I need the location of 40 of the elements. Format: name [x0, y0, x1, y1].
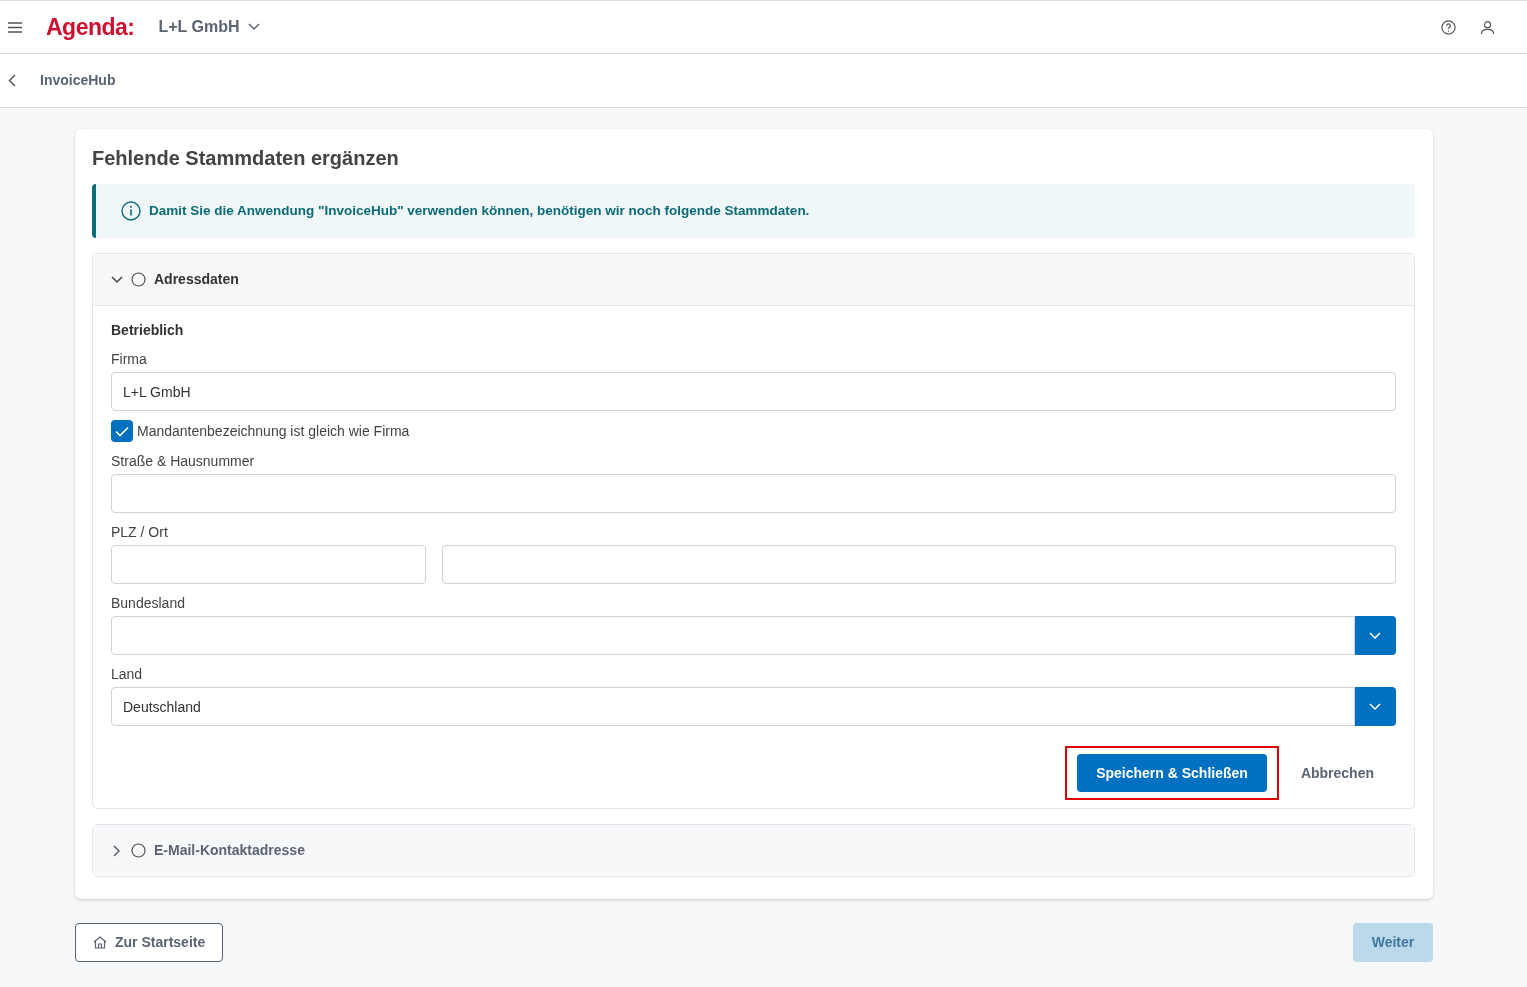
user-icon[interactable] — [1480, 19, 1495, 35]
page-title: Fehlende Stammdaten ergänzen — [92, 146, 400, 170]
field-label: Land — [111, 665, 144, 685]
save-button[interactable]: Speichern & Schließen — [1077, 754, 1267, 793]
status-circle-icon — [131, 272, 146, 288]
checkmark-icon — [115, 425, 129, 437]
company-dropdown[interactable]: L+L GmbH — [158, 15, 260, 39]
select-field[interactable]: Deutschland — [111, 687, 1355, 727]
checkbox[interactable] — [111, 420, 133, 443]
status-circle-icon — [131, 843, 146, 859]
select-field[interactable] — [111, 616, 1355, 656]
input-field[interactable] — [111, 474, 1396, 514]
input-field[interactable]: L+L GmbH — [111, 372, 1396, 412]
chevron-down-icon — [1369, 702, 1382, 711]
cancel-button[interactable]: Abbrechen — [1294, 761, 1380, 785]
info-icon — [121, 201, 141, 222]
field-label: Firma — [111, 350, 148, 370]
chevron-down-icon — [247, 23, 260, 31]
home-button[interactable]: Zur Startseite — [75, 923, 224, 963]
help-icon[interactable] — [1441, 19, 1456, 35]
field-label: Straße & Hausnummer — [111, 452, 256, 472]
accordion-header[interactable]: E-Mail-Kontaktadresse — [93, 825, 1414, 877]
home-icon — [93, 936, 107, 950]
input-field[interactable] — [111, 545, 427, 585]
chevron-down-icon — [1369, 631, 1382, 640]
back-icon[interactable] — [8, 74, 16, 87]
logo: Agenda: — [46, 12, 135, 42]
info-text: Damit Sie die Anwendung "InvoiceHub" verwenden können, benötigen wir noch folgende Stammdaten. — [149, 202, 810, 220]
dropdown-button[interactable] — [1354, 616, 1396, 656]
subheading: Betrieblich — [111, 321, 185, 341]
checkbox-label: Mandantenbezeichnung ist gleich wie Firma — [137, 421, 410, 441]
dropdown-button[interactable] — [1354, 687, 1396, 727]
accordion-header[interactable]: Adressdaten — [93, 254, 1414, 306]
field-label: PLZ / Ort — [111, 523, 169, 543]
field-label: Bundesland — [111, 594, 186, 614]
chevron-down-icon — [111, 275, 123, 284]
chevron-right-icon — [113, 844, 121, 857]
breadcrumb-title: InvoiceHub — [40, 71, 116, 90]
menu-icon[interactable] — [8, 21, 22, 33]
input-field[interactable] — [442, 545, 1396, 585]
